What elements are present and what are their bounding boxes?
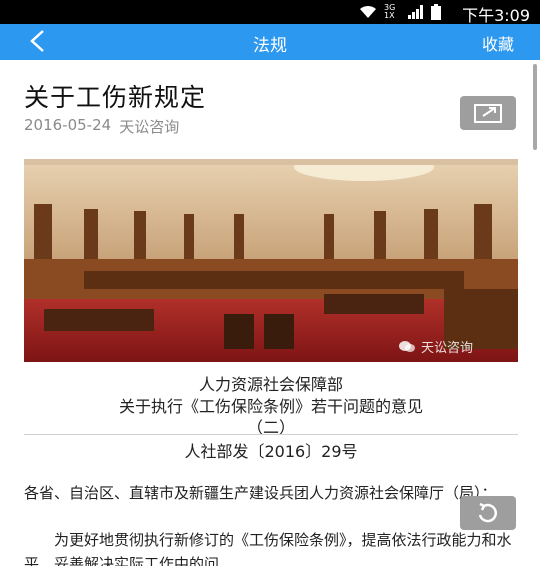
wifi-icon [360,5,376,19]
network-type: 3G 1X [384,3,396,20]
refresh-button[interactable] [460,496,516,530]
watermark-text: 天讼咨询 [421,341,474,356]
scrollbar[interactable] [533,64,537,150]
refresh-icon [478,502,497,523]
status-bar: 3G 1X 下午3:09 [0,0,540,25]
status-icons: 3G 1X [358,4,442,20]
paragraph-body: 为更好地贯彻执行新修订的《工伤保险条例》，提高依法行政能力和水平，妥善解决实际工… [24,531,512,566]
share-button[interactable] [460,96,516,130]
page-title: 法规 [253,36,287,56]
article-source: 天讼咨询 [119,118,180,136]
wechat-icon [399,340,415,352]
image-watermark: 天讼咨询 [398,337,473,356]
top-navigation-bar: 法规 收藏 [0,24,540,60]
article-title: 关于工伤新规定 [24,83,207,112]
paragraph-addressee: 各省、自治区、直辖市及新疆生产建设兵团人力资源社会保障厅（局）： [24,484,497,502]
article-image: 天讼咨询 [24,159,518,362]
share-icon [474,104,502,123]
article-date: 2016-05-24 [24,116,112,134]
battery-icon [431,4,441,20]
heading-ministry: 人力资源社会保障部 [198,375,343,394]
document-number: 人社部发〔2016〕29号 [184,442,358,461]
courtroom-photo [24,159,518,362]
article-content: 关于工伤新规定 2016-05-24 天讼咨询 天讼咨询 人力资源社会保障部 关… [0,60,540,566]
signal-icon [408,5,423,19]
divider [24,434,518,435]
article-meta: 2016-05-24 天讼咨询 [24,116,179,137]
clock: 下午3:09 [462,6,530,25]
favorite-button[interactable]: 收藏 [482,31,514,55]
